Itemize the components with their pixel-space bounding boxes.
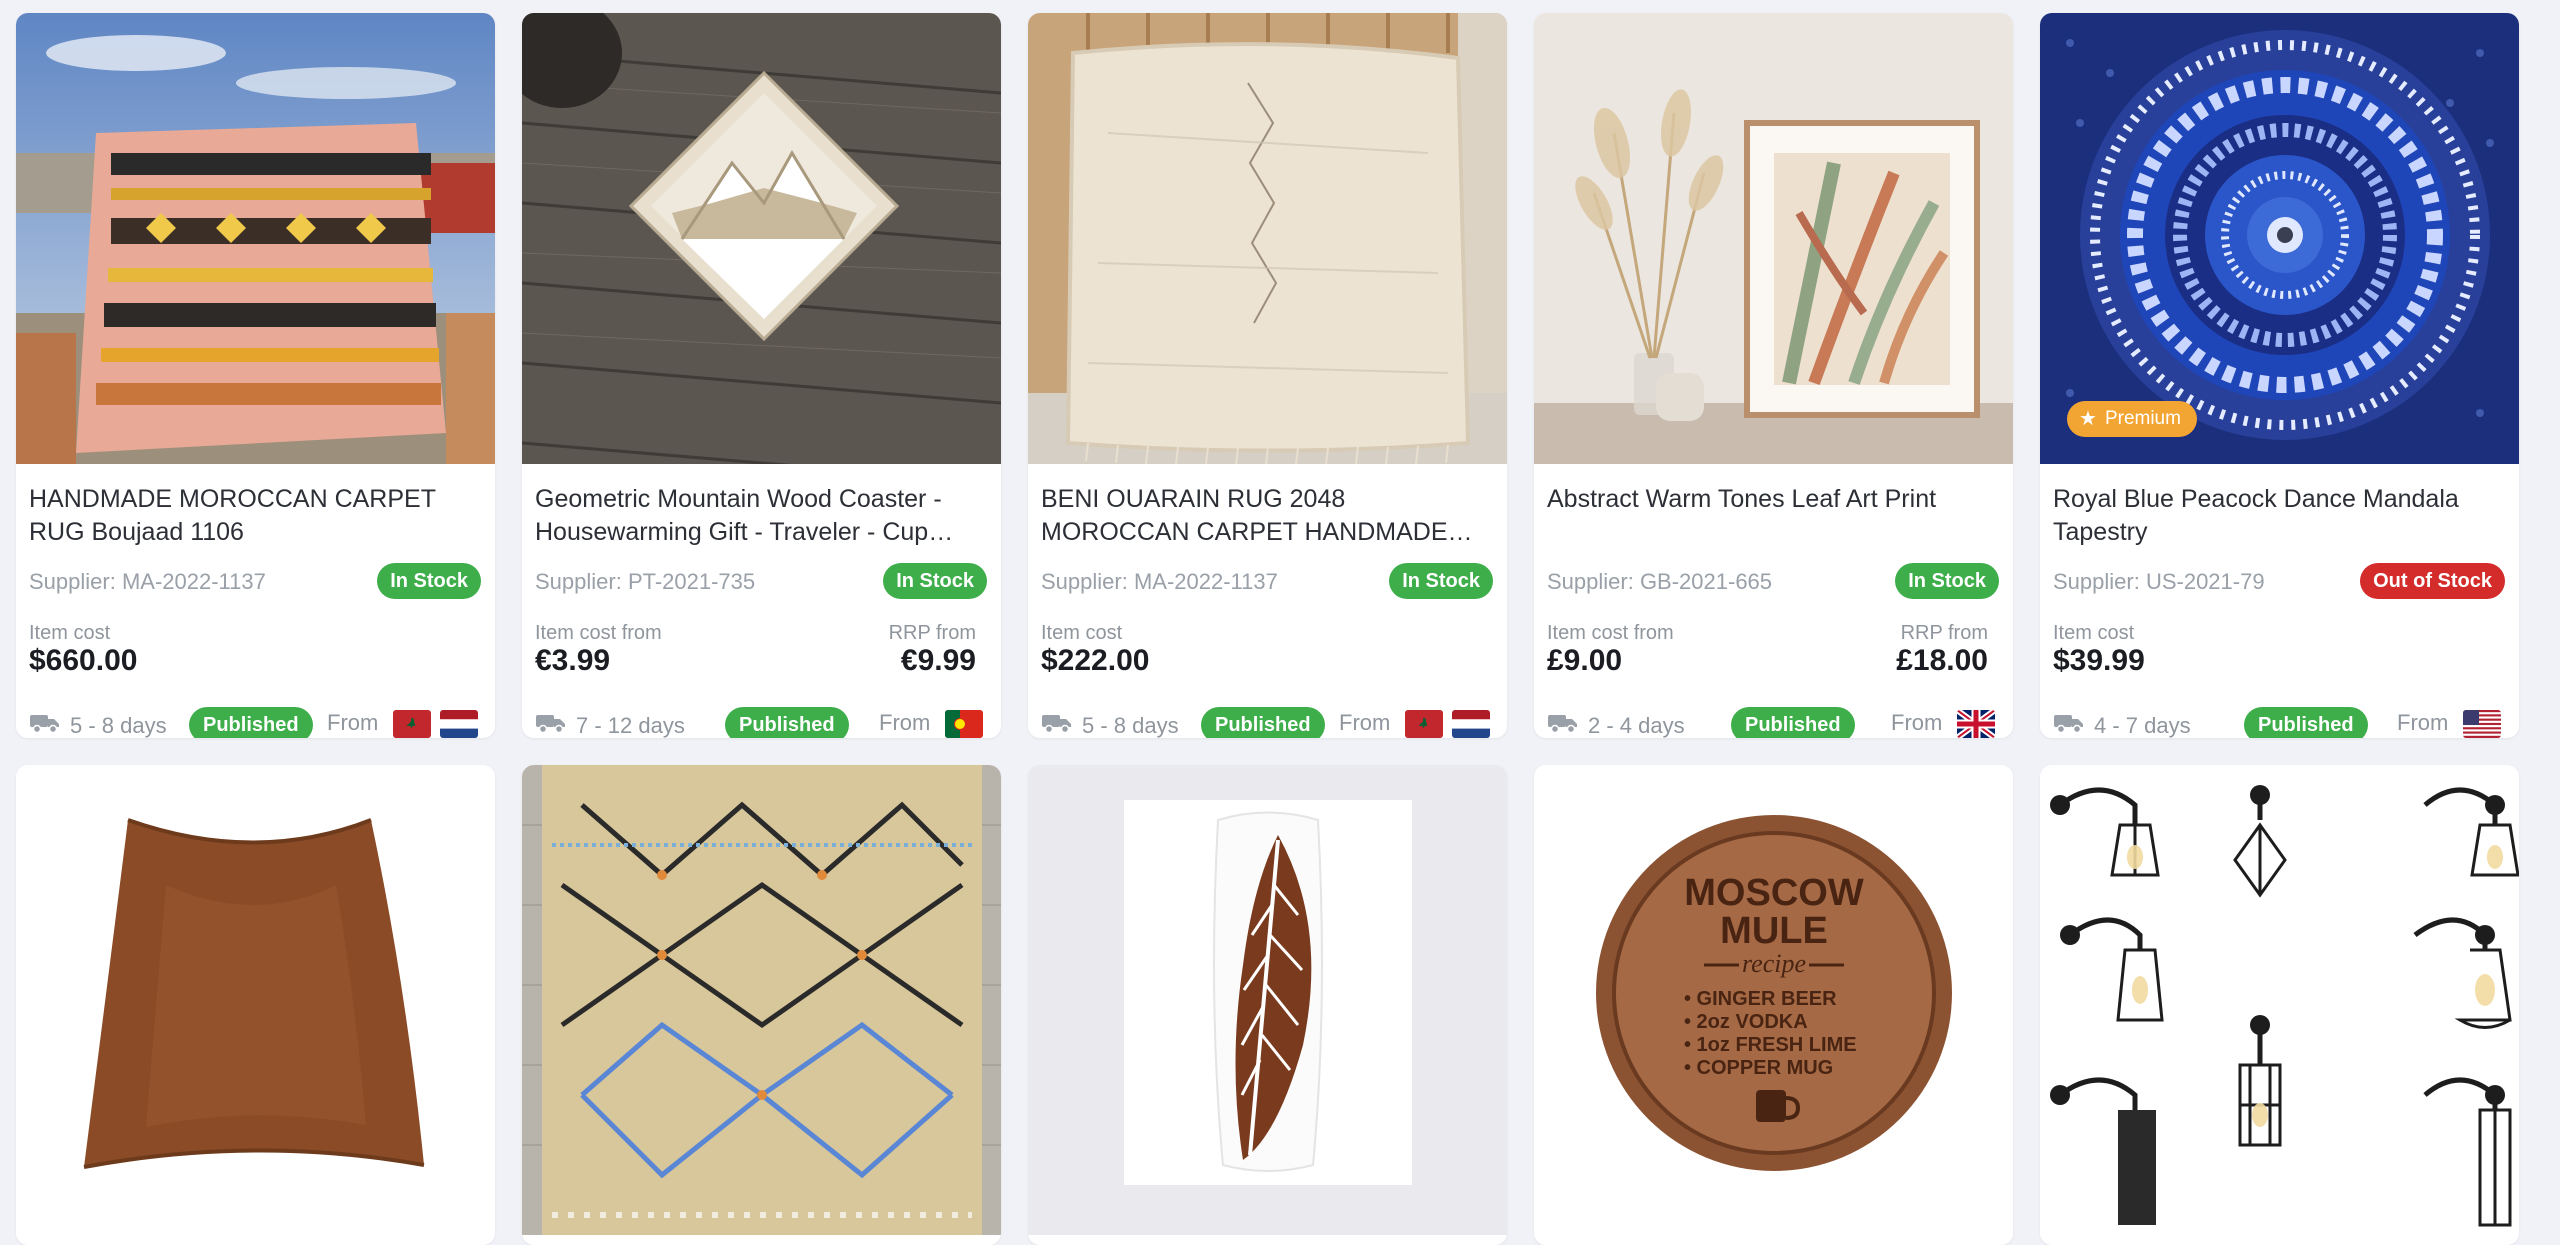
product-card[interactable]	[16, 765, 495, 1245]
product-title[interactable]: HANDMADE MOROCCAN CARPET RUG Boujaad 110…	[29, 483, 479, 549]
shipping-days: 7 - 12 days	[576, 713, 685, 738]
item-cost-label: Item cost	[2053, 622, 2135, 644]
portugal-flag	[945, 710, 983, 738]
beni-ouarain-rug-image[interactable]	[1028, 13, 1507, 464]
product-card[interactable]: Abstract Warm Tones Leaf Art Print Suppl…	[1534, 13, 2013, 738]
moroccan-rug-image[interactable]	[16, 13, 495, 464]
stock-badge: In Stock	[377, 563, 481, 599]
item-cost-value: €3.99	[535, 644, 611, 677]
product-title[interactable]: BENI OUARAIN RUG 2048 MOROCCAN CARPET HA…	[1041, 483, 1491, 549]
star-icon: ★	[2079, 408, 2097, 430]
premium-badge: ★ Premium	[2067, 401, 2197, 437]
stock-badge: In Stock	[883, 563, 987, 599]
shipping-time: 5 - 8 days	[29, 712, 167, 738]
morocco-flag	[1405, 710, 1443, 738]
uk-flag	[1957, 710, 1995, 738]
coaster-line1: MOSCOW	[1684, 872, 1864, 914]
supplier-id: Supplier: MA-2022-1137	[1041, 569, 1278, 594]
truck-icon	[1041, 712, 1073, 738]
coaster-item: • 1oz FRESH LIME	[1684, 1034, 1857, 1056]
coaster-line3: recipe	[1742, 949, 1806, 978]
published-badge: Published	[2244, 707, 2368, 738]
moscow-mule-coaster-image[interactable]: MOSCOW MULE recipe • GINGER BEER • 2oz V…	[1534, 765, 2013, 1235]
from-label: From	[2397, 710, 2449, 735]
published-badge: Published	[725, 707, 849, 738]
leaf-art-print-image[interactable]	[1534, 13, 2013, 464]
rrp-label: RRP from	[1900, 622, 1988, 644]
item-cost-value: $660.00	[29, 644, 138, 677]
wall-lamps-image[interactable]	[2040, 765, 2519, 1235]
rrp-label: RRP from	[888, 622, 976, 644]
item-cost-label: Item cost from	[535, 622, 662, 644]
supplier-id: Supplier: US-2021-79	[2053, 569, 2265, 594]
truck-icon	[2053, 712, 2085, 738]
product-grid: HANDMADE MOROCCAN CARPET RUG Boujaad 110…	[0, 0, 2560, 1245]
shipping-days: 2 - 4 days	[1588, 713, 1685, 738]
from-label: From	[327, 710, 379, 735]
product-title[interactable]: Royal Blue Peacock Dance Mandala Tapestr…	[2053, 483, 2503, 549]
mountain-coaster-image[interactable]	[522, 13, 1001, 464]
published-badge: Published	[1201, 707, 1325, 738]
product-card[interactable]	[1028, 765, 1507, 1245]
product-title[interactable]: Abstract Warm Tones Leaf Art Print	[1547, 483, 1997, 516]
netherlands-flag	[1452, 710, 1490, 738]
shipping-time: 5 - 8 days	[1041, 712, 1179, 738]
from-label: From	[879, 710, 931, 735]
rrp-value: €9.99	[900, 644, 976, 677]
shipping-time: 4 - 7 days	[2053, 712, 2191, 738]
coaster-item: • GINGER BEER	[1684, 988, 1837, 1010]
product-title[interactable]: Geometric Mountain Wood Coaster - Housew…	[535, 483, 985, 549]
item-cost-label: Item cost from	[1547, 622, 1674, 644]
supplier-id: Supplier: MA-2022-1137	[29, 569, 266, 594]
morocco-flag	[393, 710, 431, 738]
supplier-id: Supplier: GB-2021-665	[1547, 569, 1773, 594]
item-cost-value: £9.00	[1547, 644, 1623, 677]
shipping-days: 5 - 8 days	[70, 713, 167, 738]
coaster-item: • COPPER MUG	[1684, 1057, 1833, 1079]
product-card[interactable]: MOSCOW MULE recipe • GINGER BEER • 2oz V…	[1534, 765, 2013, 1245]
product-card[interactable]: BENI OUARAIN RUG 2048 MOROCCAN CARPET HA…	[1028, 13, 1507, 738]
product-card[interactable]	[522, 765, 1001, 1245]
shipping-days: 4 - 7 days	[2094, 713, 2191, 738]
from-label: From	[1891, 710, 1943, 735]
coaster-item: • 2oz VODKA	[1684, 1011, 1808, 1033]
stock-badge: Out of Stock	[2360, 563, 2505, 599]
supplier-id: Supplier: PT-2021-735	[535, 569, 756, 594]
mandala-tapestry-image[interactable]	[2040, 13, 2519, 464]
coaster-line2: MULE	[1720, 910, 1828, 952]
truck-icon	[29, 712, 61, 738]
premium-label: Premium	[2104, 408, 2181, 429]
brown-cushion-image[interactable]	[16, 765, 495, 1235]
shipping-time: 2 - 4 days	[1547, 712, 1685, 738]
item-cost-value: $222.00	[1041, 644, 1150, 677]
shipping-time: 7 - 12 days	[535, 712, 685, 738]
stock-badge: In Stock	[1895, 563, 1999, 599]
item-cost-value: $39.99	[2053, 644, 2145, 677]
leaf-vase-image[interactable]	[1028, 765, 1507, 1235]
truck-icon	[535, 712, 567, 738]
product-card[interactable]: HANDMADE MOROCCAN CARPET RUG Boujaad 110…	[16, 13, 495, 738]
shipping-days: 5 - 8 days	[1082, 713, 1179, 738]
item-cost-label: Item cost	[29, 622, 111, 644]
product-card[interactable]: Geometric Mountain Wood Coaster - Housew…	[522, 13, 1001, 738]
usa-flag	[2463, 710, 2501, 738]
published-badge: Published	[1731, 707, 1855, 738]
from-label: From	[1339, 710, 1391, 735]
rrp-value: £18.00	[1896, 644, 1988, 677]
product-card[interactable]: ★ Premium Royal Blue Peacock Dance Manda…	[2040, 13, 2519, 738]
product-card[interactable]	[2040, 765, 2519, 1245]
published-badge: Published	[189, 707, 313, 738]
stock-badge: In Stock	[1389, 563, 1493, 599]
truck-icon	[1547, 712, 1579, 738]
item-cost-label: Item cost	[1041, 622, 1123, 644]
kilim-runner-rug-image[interactable]	[522, 765, 1001, 1235]
netherlands-flag	[440, 710, 478, 738]
